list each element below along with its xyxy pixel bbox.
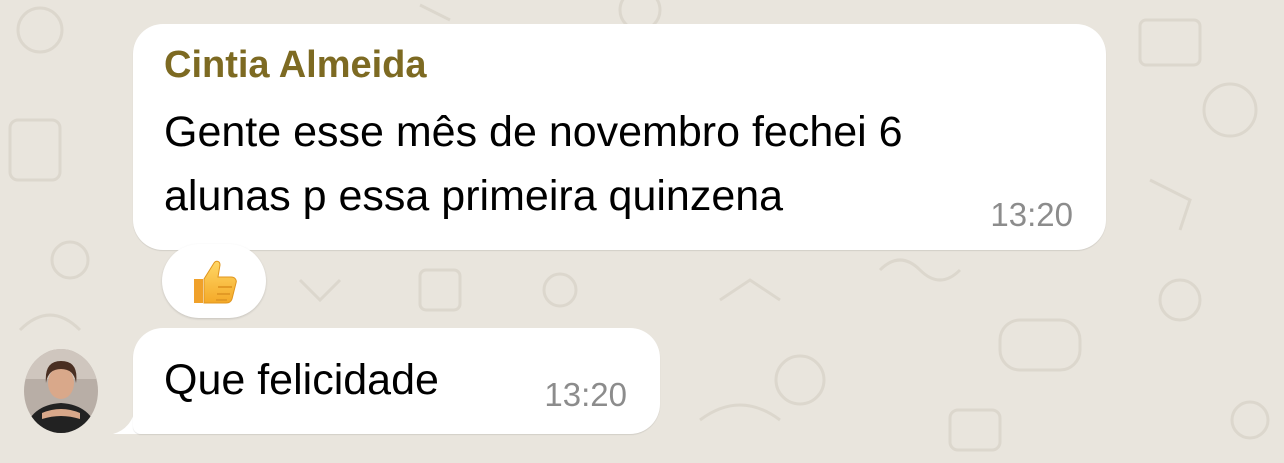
message-text-line: alunas p essa primeira quinzena <box>164 172 784 220</box>
sender-name[interactable]: Cintia Almeida <box>164 44 427 87</box>
message-bubble[interactable]: Cintia Almeida Gente esse mês de novembr… <box>133 24 1106 250</box>
message-text-line: Gente esse mês de novembro fechei 6 <box>164 108 903 156</box>
message-timestamp: 13:20 <box>544 376 627 413</box>
avatar[interactable] <box>24 349 98 433</box>
message-timestamp: 13:20 <box>990 196 1073 233</box>
thumbs-up-icon <box>194 260 237 304</box>
message-bubble[interactable]: Que felicidade 13:20 <box>133 328 660 434</box>
message-text: Que felicidade <box>164 356 439 404</box>
reaction-badge[interactable] <box>162 244 266 318</box>
